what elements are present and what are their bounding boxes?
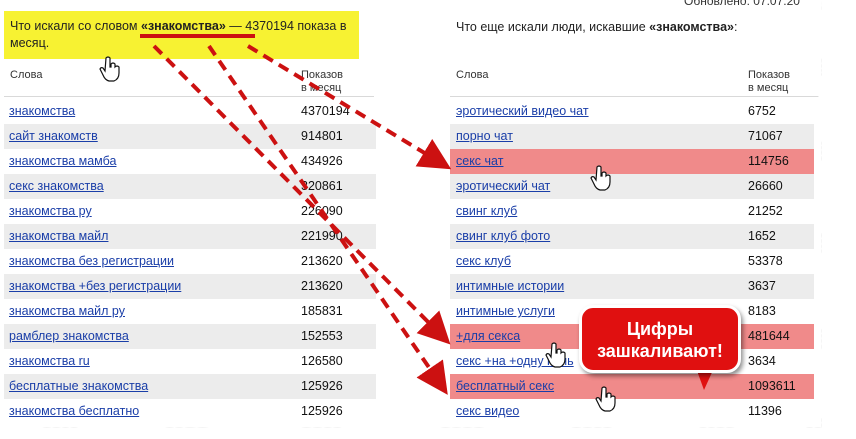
arrow-to-besplatny-seks <box>207 44 448 395</box>
arrow-to-sex-chat <box>246 44 452 170</box>
hand-cursor-icon <box>590 165 611 191</box>
callout-bubble: Цифры зашкаливают! <box>579 305 741 373</box>
screenshot-page: Обновлено: 07.07.20 Что искали со словом… <box>4 0 822 428</box>
hand-cursor-icon <box>595 386 616 412</box>
hand-cursor-icon <box>545 342 566 368</box>
arrow-to-dlya-seksa <box>152 44 451 345</box>
hand-cursor-icon <box>99 56 120 82</box>
callout-line2: зашкаливают! <box>597 341 723 361</box>
callout-line1: Цифры <box>626 319 694 339</box>
